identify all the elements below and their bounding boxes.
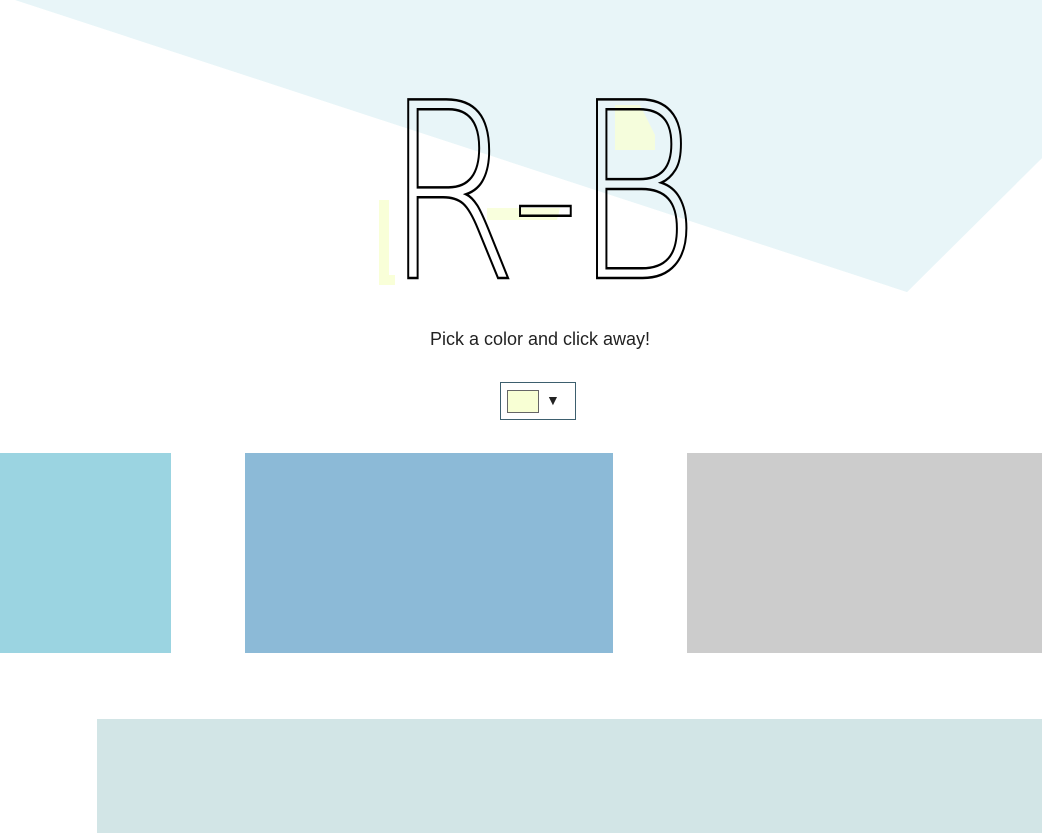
bottom-panel[interactable]	[97, 719, 1042, 833]
page: R-B Pick a color and click away! ▼	[0, 0, 1042, 833]
color-block-3[interactable]	[687, 453, 1042, 653]
color-block-2[interactable]	[245, 453, 613, 653]
tagline: Pick a color and click away!	[429, 329, 651, 349]
logo[interactable]: R-B	[370, 80, 710, 295]
logo-text: R-B	[385, 80, 700, 295]
dropdown-arrow-icon[interactable]: ▼	[546, 391, 560, 409]
color-block-1[interactable]	[0, 453, 171, 653]
color-picker[interactable]: ▼	[500, 382, 576, 420]
color-swatch[interactable]	[507, 390, 539, 413]
